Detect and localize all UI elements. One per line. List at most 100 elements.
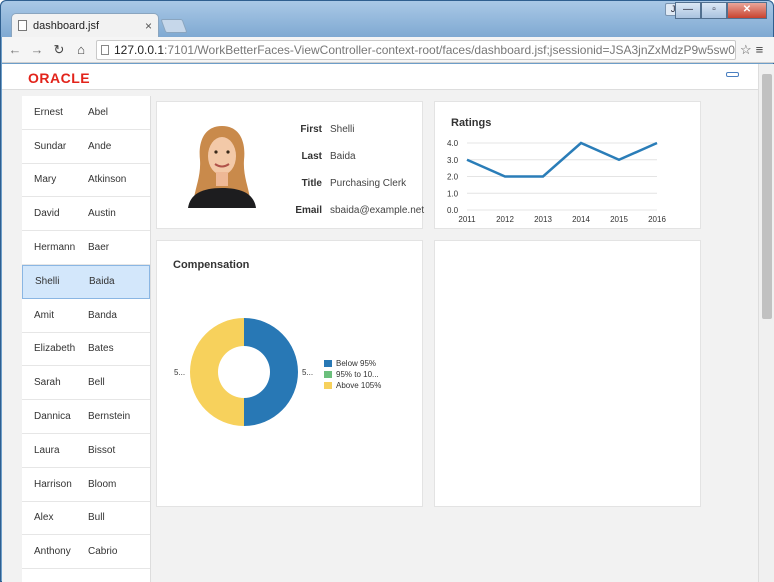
forward-icon[interactable]: → xyxy=(28,42,46,57)
employee-row[interactable]: Mary Atkinson xyxy=(22,164,150,198)
last-value: Baida xyxy=(330,151,356,162)
title-value: Purchasing Clerk xyxy=(330,178,407,189)
window-controls: — ▫ ✕ xyxy=(675,2,767,19)
legend-item[interactable]: 95% to 10... xyxy=(324,369,381,380)
y-tick-label: 3.0 xyxy=(447,156,459,165)
page-icon xyxy=(18,20,27,31)
compensation-title: Compensation xyxy=(173,259,250,271)
employee-last-name: Bates xyxy=(88,343,114,355)
url-host: 127.0.0.1 xyxy=(114,42,165,57)
employee-last-name: Banda xyxy=(88,309,117,321)
y-tick-label: 1.0 xyxy=(447,189,459,198)
page-scrollbar[interactable] xyxy=(758,64,774,582)
y-tick-label: 0.0 xyxy=(447,206,459,215)
reload-icon[interactable]: ↻ xyxy=(50,42,68,58)
pie-label-left: 5... xyxy=(174,368,186,377)
employee-row[interactable]: Ernest Abel xyxy=(22,96,150,130)
employee-first-name: Mary xyxy=(34,174,57,186)
employee-list: Ernest Abel Sundar Ande Mary Atkinson David Aus… xyxy=(22,96,151,582)
employee-row[interactable]: Elizabeth Bates xyxy=(22,333,150,367)
employee-last-name: Bell xyxy=(88,377,105,389)
first-value: Shelli xyxy=(330,124,355,135)
ratings-chart: 4.0 3.0 2.0 1.0 0.02011 2012 2013 2014 2015 2016 xyxy=(447,139,666,224)
employee-last-name: Bull xyxy=(88,512,105,524)
employee-last-name: Cabrio xyxy=(88,546,118,558)
page-content: ORACLE Ernest Abel Sundar Ande Mary Atkinson D… xyxy=(2,64,774,582)
legend-swatch xyxy=(324,382,332,389)
close-tab-icon[interactable]: × xyxy=(145,19,152,33)
donut-slice[interactable] xyxy=(190,318,244,426)
title-label: Title xyxy=(301,178,322,189)
email-value: sbaida@example.net xyxy=(330,205,425,216)
employee-row[interactable]: Alex Bull xyxy=(22,502,150,536)
page-info-icon[interactable] xyxy=(101,44,109,55)
employee-first-name: Alex xyxy=(34,512,54,524)
legend-item[interactable]: Below 95% xyxy=(324,358,381,369)
bookmark-star-icon[interactable]: ☆ xyxy=(740,42,752,58)
employee-row[interactable]: Harrison Bloom xyxy=(22,468,150,502)
employee-row[interactable]: Laura Bissot xyxy=(22,434,150,468)
employee-row[interactable]: Shelli Baida xyxy=(22,264,150,299)
y-tick-label: 4.0 xyxy=(447,139,459,148)
employee-first-name: Elizabeth xyxy=(34,343,76,355)
header-menu-icon[interactable] xyxy=(726,72,739,77)
employee-last-name: Ande xyxy=(88,140,112,152)
compensation-legend: Below 95% 95% to 10... Above 105% xyxy=(324,358,381,391)
url-path: :7101/WorkBetterFaces-ViewController-con… xyxy=(164,42,735,57)
employee-row[interactable]: Hermann Baer xyxy=(22,231,150,265)
legend-swatch xyxy=(324,371,332,378)
legend-swatch xyxy=(324,360,332,367)
employee-first-name: Laura xyxy=(34,444,60,456)
legend-label: 95% to 10... xyxy=(336,370,379,379)
scrollbar-thumb[interactable] xyxy=(762,74,772,319)
employee-row[interactable]: Anthony Cabrio xyxy=(22,535,150,570)
employee-first-name: Anthony xyxy=(34,546,71,558)
employee-first-name: Sundar xyxy=(34,140,67,152)
compensation-card: Compensation 5... 5... Below 95% 95% to 1… xyxy=(156,240,423,507)
x-tick-label: 2016 xyxy=(648,215,666,224)
tab-title: dashboard.jsf xyxy=(33,19,100,32)
minimize-button[interactable]: — xyxy=(675,2,701,19)
x-tick-label: 2011 xyxy=(458,215,476,224)
employee-row[interactable]: Dannica Bernstein xyxy=(22,400,150,434)
maximize-button[interactable]: ▫ xyxy=(701,2,727,19)
employee-row[interactable]: Sundar Ande xyxy=(22,130,150,164)
back-icon[interactable]: ← xyxy=(6,42,24,57)
employee-last-name: Baida xyxy=(89,276,115,288)
employee-row[interactable]: Amit Banda xyxy=(22,299,150,333)
oracle-logo: ORACLE xyxy=(28,70,91,86)
legend-label: Below 95% xyxy=(336,359,377,368)
employee-last-name: Bissot xyxy=(88,444,116,456)
x-tick-label: 2013 xyxy=(534,215,552,224)
employee-first-name: Harrison xyxy=(34,478,72,490)
browser-toolbar: ← → ↻ ⌂ 127.0.0.1:7101/WorkBetterFaces-V… xyxy=(2,37,774,63)
employee-row[interactable]: Sarah Bell xyxy=(22,366,150,401)
employee-last-name: Baer xyxy=(88,242,110,254)
email-label: Email xyxy=(295,205,322,216)
browser-menu-icon[interactable]: ≡ xyxy=(756,42,764,57)
employee-details-card: First Shelli Last Baida Title Purchasing Cl… xyxy=(156,101,425,229)
first-label: First xyxy=(300,124,322,135)
x-tick-label: 2015 xyxy=(610,215,628,224)
employee-first-name: Hermann xyxy=(34,242,76,254)
home-icon[interactable]: ⌂ xyxy=(72,42,90,57)
employee-photo xyxy=(182,120,262,208)
donut-slice[interactable] xyxy=(244,318,298,426)
employee-row[interactable]: David Austin xyxy=(22,197,150,232)
ratings-card: Ratings 4.0 3.0 2.0 1.0 0.0 2011 2012 2013 2014 2… xyxy=(434,101,701,229)
new-tab-button[interactable] xyxy=(160,19,188,33)
employee-first-name: Amit xyxy=(34,309,54,321)
employee-first-name: Shelli xyxy=(35,276,60,288)
employee-last-name: Bernstein xyxy=(88,411,131,423)
employee-last-name: Austin xyxy=(88,208,116,220)
legend-item[interactable]: Above 105% xyxy=(324,380,381,391)
address-bar[interactable]: 127.0.0.1:7101/WorkBetterFaces-ViewContr… xyxy=(96,39,736,60)
empty-card xyxy=(434,240,701,507)
browser-window: dashboard.jsf × Jeff — ▫ ✕ ← → ↻ ⌂ 127.0… xyxy=(0,0,774,582)
employee-first-name: Dannica xyxy=(34,411,71,423)
brand-header: ORACLE xyxy=(2,64,758,90)
browser-tab[interactable]: dashboard.jsf × xyxy=(11,13,159,37)
legend-label: Above 105% xyxy=(336,381,382,390)
compensation-chart xyxy=(190,318,298,426)
close-window-button[interactable]: ✕ xyxy=(727,2,767,19)
